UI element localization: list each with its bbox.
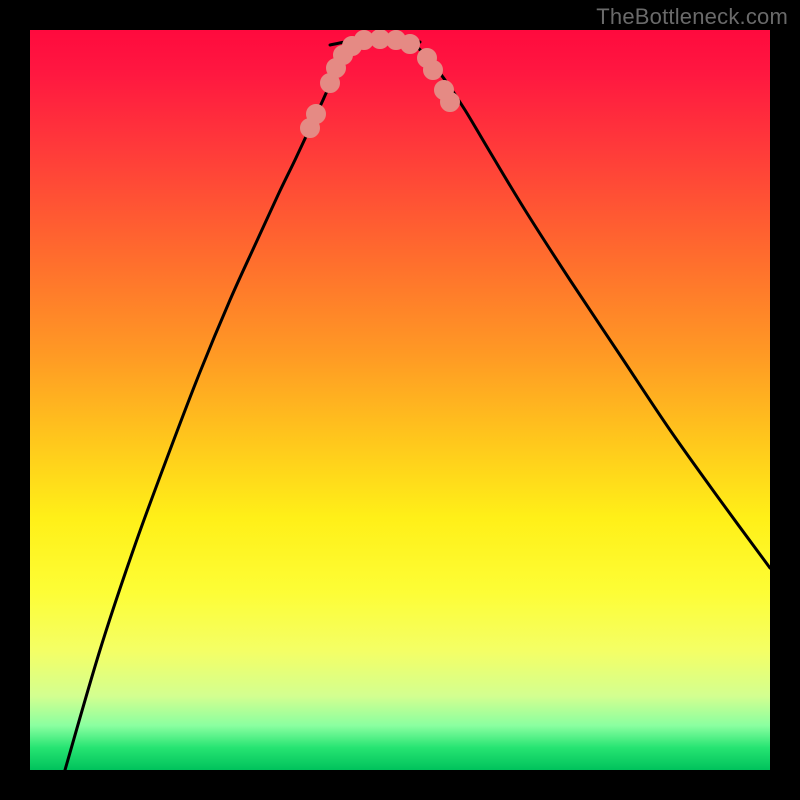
data-markers (301, 30, 460, 138)
plot-area (30, 30, 770, 770)
curve-layer (30, 30, 770, 770)
marker-point (401, 35, 420, 54)
marker-point (441, 93, 460, 112)
curve-paths (65, 39, 770, 770)
watermark-text: TheBottleneck.com (596, 4, 788, 30)
chart-frame: TheBottleneck.com (0, 0, 800, 800)
marker-point (424, 61, 443, 80)
marker-point (307, 105, 326, 124)
series-right-curve (410, 40, 770, 568)
series-left-curve (65, 40, 360, 770)
